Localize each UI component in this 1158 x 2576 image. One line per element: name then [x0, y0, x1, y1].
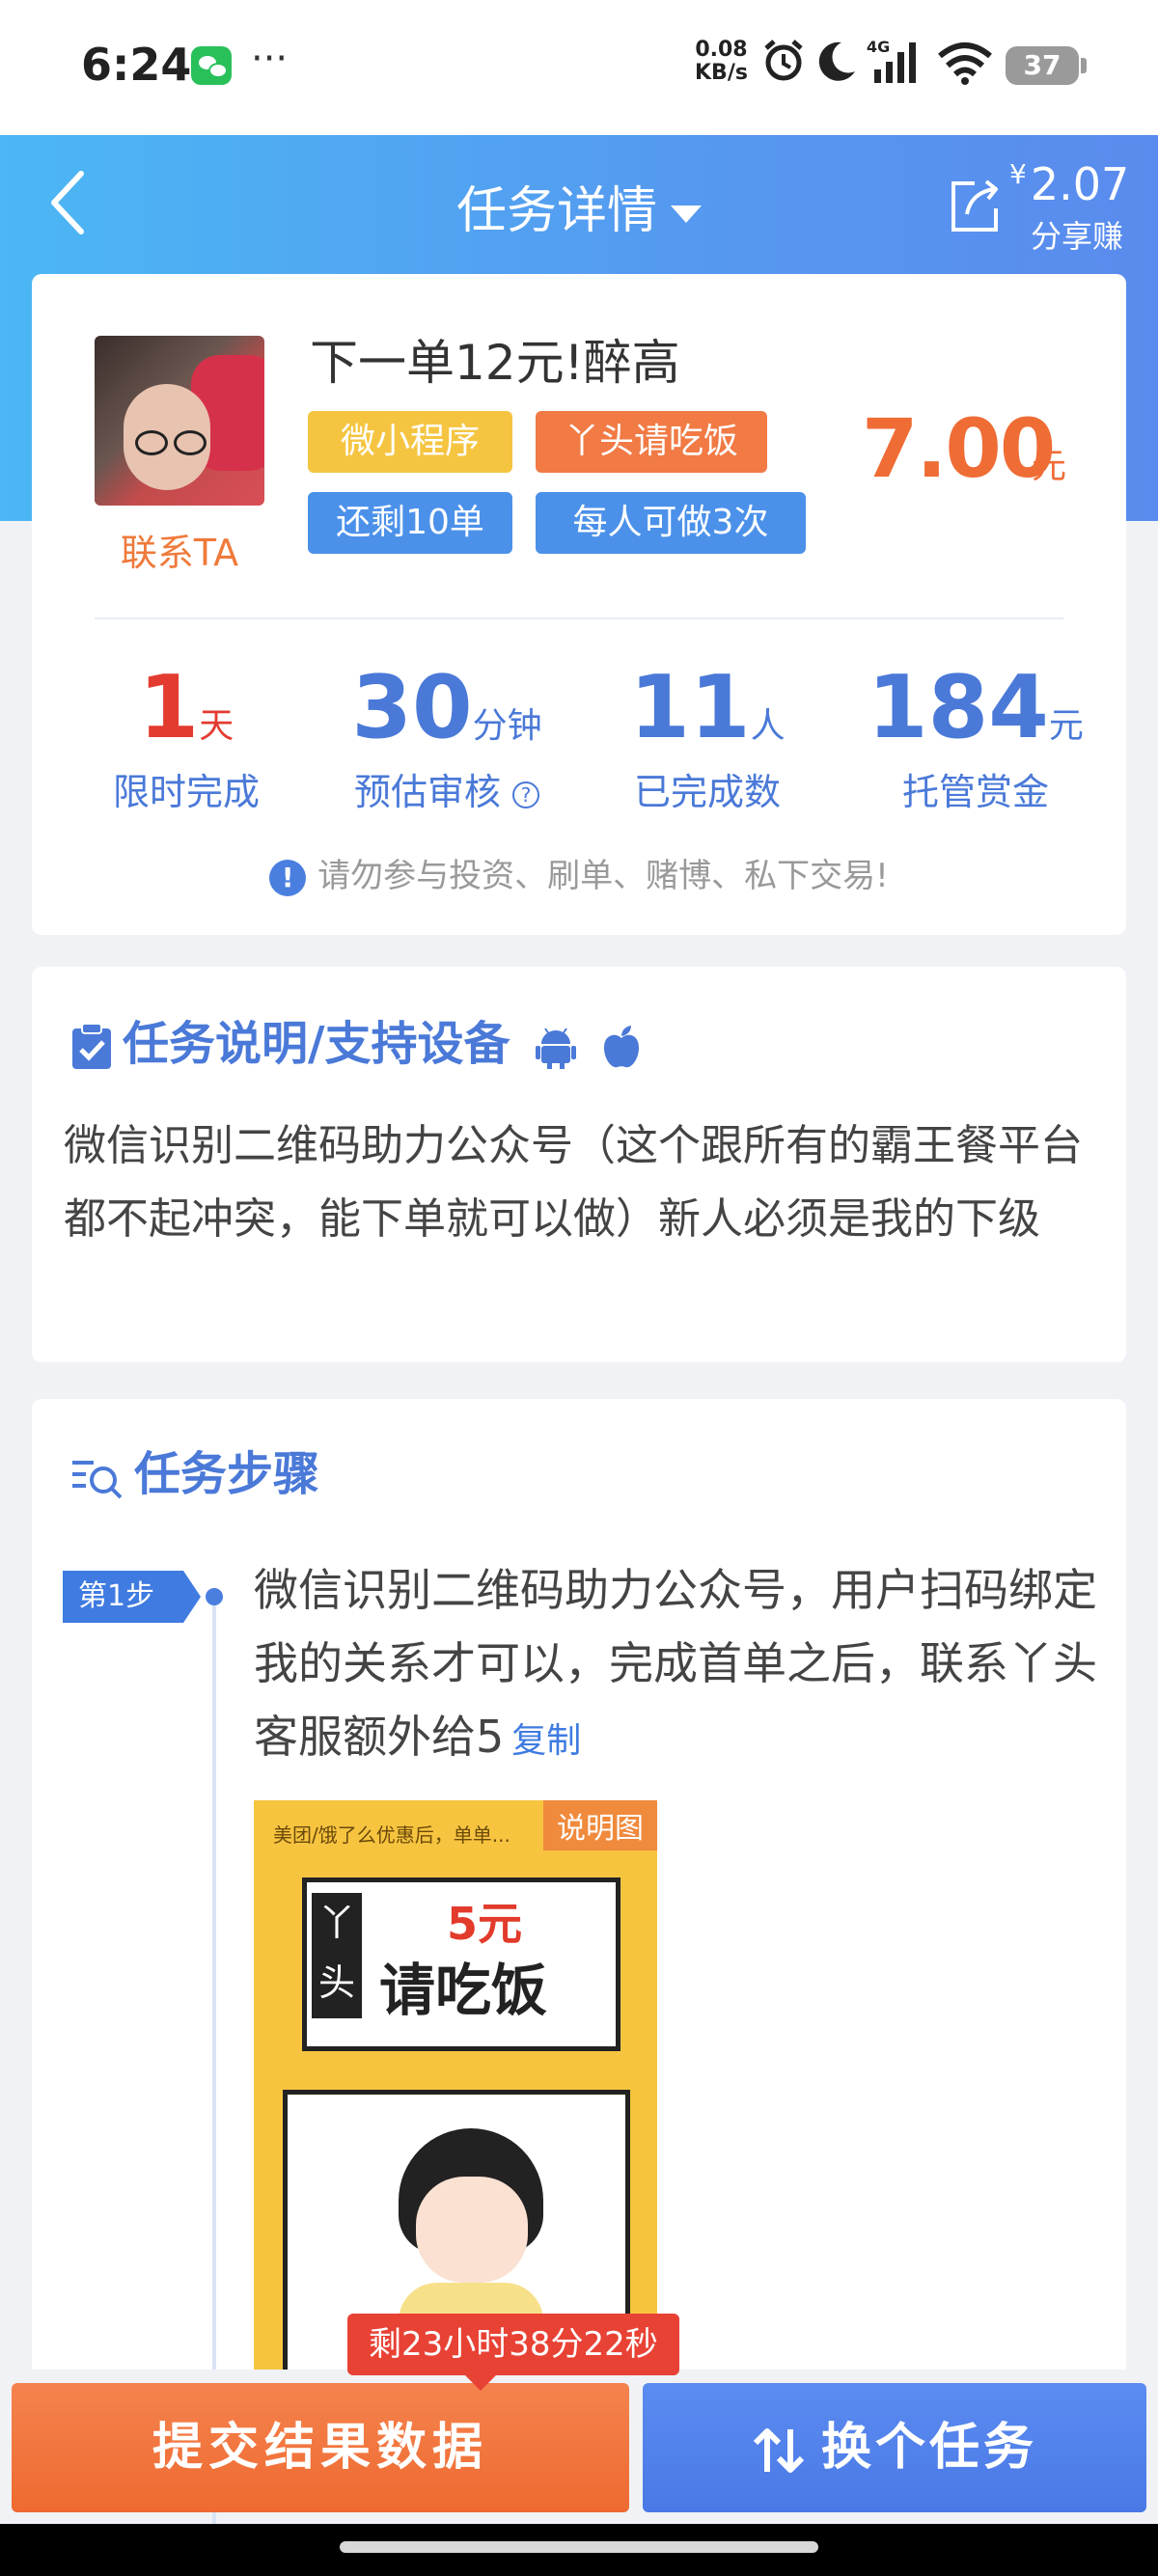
warning-icon: ! — [269, 859, 307, 896]
net-speed-value: 0.08 — [695, 38, 748, 62]
image-tag: 说明图 — [543, 1800, 657, 1850]
step-badge: 第1步 — [63, 1571, 202, 1623]
share-amount-value: 2.07 — [1030, 158, 1130, 210]
stat-label: 已完成数 — [633, 771, 781, 813]
wechat-icon — [191, 46, 232, 85]
task-description-card: 任务说明/支持设备 微信识别二维码助力公众号（这个跟所有的霸王餐平台都不起冲突，… — [32, 967, 1126, 1362]
description-title-text: 任务说明/支持设备 — [123, 1017, 510, 1071]
poster-amount: 5元 — [447, 1898, 523, 1950]
poster-caption: 美团/饿了么优惠后，单单... — [273, 1823, 510, 1847]
network-type: 4G — [867, 39, 890, 56]
net-speed: 0.08 KB/s — [695, 39, 748, 85]
steps-title: 任务步骤 — [70, 1436, 319, 1503]
stat-unit: 分钟 — [472, 706, 542, 746]
android-icon — [536, 1028, 577, 1069]
stat-time-limit: 1天 限时完成 — [61, 660, 312, 815]
task-summary-card: 联系TA 下一单12元!醉高 微小程序 丫头请吃饭 还剩10单 每人可做3次 7… — [32, 274, 1126, 935]
timeline-dot — [206, 1588, 223, 1605]
switch-task-button[interactable]: 换个任务 — [643, 2383, 1146, 2512]
step-image[interactable]: 美团/饿了么优惠后，单单... 丫头 5元 请吃饭 说明图 — [254, 1800, 657, 2379]
dropdown-caret-icon — [671, 206, 702, 223]
stat-label: 托管赏金 — [901, 771, 1049, 813]
share-amount[interactable]: ¥2.07 — [1009, 158, 1129, 210]
help-icon[interactable]: ? — [512, 781, 540, 808]
stat-value: 1 — [138, 657, 200, 758]
poster-headline: 请吃饭 — [379, 1958, 548, 2023]
wifi-icon — [938, 42, 992, 85]
tag-mini-program: 微小程序 — [308, 411, 512, 473]
stat-value: 30 — [351, 657, 473, 758]
share-currency: ¥ — [1009, 158, 1027, 190]
tag-per-person: 每人可做3次 — [536, 492, 806, 554]
description-text: 微信识别二维码助力公众号（这个跟所有的霸王餐平台都不起冲突，能下单就可以做）新人… — [64, 1121, 1083, 1244]
swap-arrows-icon — [753, 2428, 805, 2473]
submit-result-button[interactable]: 提交结果数据 — [12, 2383, 629, 2512]
status-time: 6:24 — [81, 39, 192, 91]
net-speed-unit: KB/s — [695, 61, 748, 85]
more-notifications: ··· — [251, 37, 289, 81]
stat-label: 预估审核 — [353, 771, 501, 813]
copy-link[interactable]: 复制 — [511, 1721, 581, 1761]
reward-price: 7.00 — [862, 401, 1056, 496]
stat-value: 184 — [868, 657, 1049, 758]
tag-remaining: 还剩10单 — [308, 492, 512, 554]
moon-icon — [818, 41, 855, 81]
page-title-text: 任务详情 — [455, 182, 657, 240]
alarm-icon — [764, 40, 803, 81]
share-earn-label[interactable]: 分享赚 — [1031, 212, 1123, 257]
description-title: 任务说明/支持设备 — [70, 1005, 650, 1073]
status-bar: 6:24 ··· 0.08 KB/s 4G 37 — [0, 0, 1158, 135]
step-text-content: 微信识别二维码助力公众号，用户扫码绑定我的关系才可以，完成首单之后，联系丫头客服… — [254, 1564, 1097, 1763]
reward-unit: 元 — [1032, 447, 1067, 486]
stat-completed: 11人 已完成数 — [582, 660, 833, 815]
divider — [95, 617, 1063, 619]
poster-logo: 丫头 — [312, 1893, 362, 2018]
stat-unit: 人 — [750, 706, 786, 746]
stat-value: 11 — [629, 657, 751, 758]
apple-icon — [603, 1026, 639, 1068]
stat-review-time: 30分钟 预估审核 ? — [321, 660, 572, 815]
home-indicator[interactable] — [340, 2541, 818, 2553]
clipboard-check-icon — [72, 1023, 111, 1069]
list-search-icon — [72, 1461, 123, 1499]
stat-label: 限时完成 — [112, 771, 260, 813]
stat-unit: 天 — [199, 706, 234, 746]
switch-task-label: 换个任务 — [820, 2419, 1037, 2477]
avatar[interactable] — [95, 336, 264, 506]
step-text: 微信识别二维码助力公众号，用户扫码绑定我的关系才可以，完成首单之后，联系丫头客服… — [254, 1553, 1122, 1778]
countdown-badge: 剩23小时38分22秒 — [347, 2314, 679, 2391]
signal-icon: 4G — [867, 39, 916, 83]
tag-brand: 丫头请吃饭 — [536, 411, 767, 473]
warning-notice: ! 请勿参与投资、刷单、赌博、私下交易! — [32, 849, 1126, 896]
warning-text: 请勿参与投资、刷单、赌博、私下交易! — [317, 857, 889, 895]
stat-unit: 元 — [1048, 706, 1084, 746]
task-title: 下一单12元!醉高 — [310, 335, 680, 391]
steps-title-text: 任务步骤 — [134, 1447, 320, 1501]
battery-indicator: 37 — [1006, 46, 1087, 85]
stat-escrow-reward: 184元 托管赏金 — [850, 660, 1101, 815]
contact-button[interactable]: 联系TA — [90, 523, 269, 576]
share-icon[interactable] — [946, 176, 1006, 235]
